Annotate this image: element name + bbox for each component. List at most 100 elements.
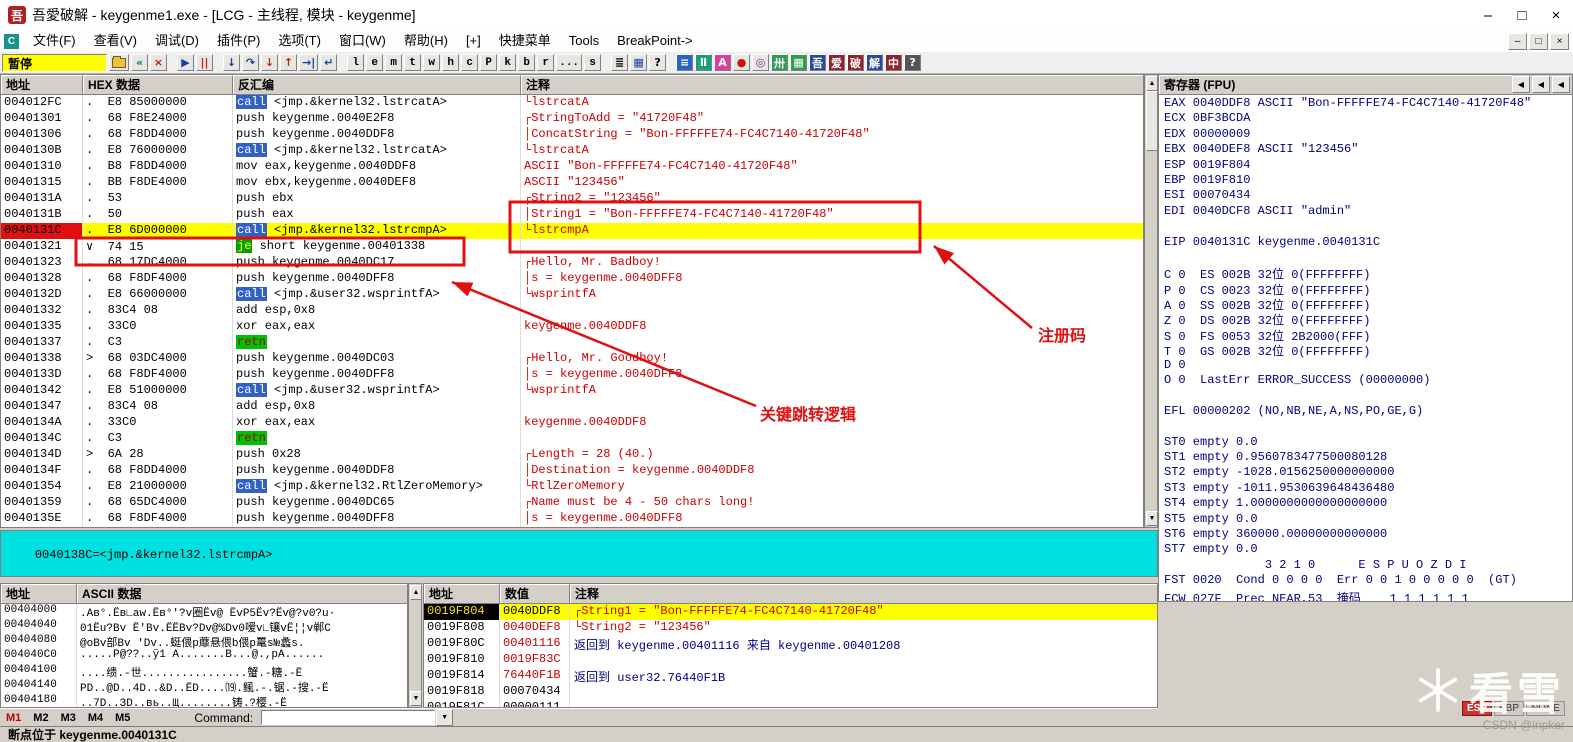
- plugin-button-4[interactable]: ●: [733, 54, 751, 71]
- menu-item[interactable]: 查看(V): [85, 30, 146, 52]
- step-over-icon[interactable]: ↷: [242, 54, 259, 71]
- minimize-button[interactable]: –: [1471, 1, 1505, 29]
- stack-row[interactable]: 0019F804 0040DDF8 ┌String1 = "Bon-FFFFFE74…: [424, 604, 1157, 620]
- plugin-button-9[interactable]: 爱: [828, 54, 846, 71]
- child-restore-button[interactable]: □: [1529, 32, 1548, 50]
- stack-col-address[interactable]: 地址: [424, 584, 500, 603]
- dump-row[interactable]: 00404180 ..7D..ЗD..вь..Щ........铸.?樱.-Ё: [1, 694, 407, 707]
- menu-item[interactable]: Tools: [560, 30, 608, 52]
- disasm-row[interactable]: 004012FC. E8 85000000 call <jmp.&kernel32…: [1, 95, 1143, 111]
- disasm-row[interactable]: 0040131A. 53 push ebx ┌String2 = "123456": [1, 191, 1143, 207]
- dump-row[interactable]: 00404100 ....缋.-世................蟹.-糖.-Ё: [1, 664, 407, 679]
- disasm-row[interactable]: 0040134C. C3 retn: [1, 431, 1143, 447]
- disasm-row[interactable]: 0040134D > 6A 28 push 0x28 ┌Length = 28 (40…: [1, 447, 1143, 463]
- plugin-button-5[interactable]: ◎: [752, 54, 770, 71]
- stack-row[interactable]: 0019F80C 00401116 返回到 keygenme.00401116 来自…: [424, 636, 1157, 652]
- scroll-up-icon[interactable]: ▲: [1146, 76, 1158, 91]
- disasm-row[interactable]: 0040135E. 68 F8DF4000 push keygenme.0040D…: [1, 511, 1143, 527]
- col-hex[interactable]: HEX 数据: [83, 75, 233, 94]
- dump-col-address[interactable]: 地址: [1, 584, 77, 603]
- col-address[interactable]: 地址: [1, 75, 83, 94]
- disasm-row[interactable]: 00401321 ∨ 74 15 je short keygenme.0040133…: [1, 239, 1143, 255]
- stack-row[interactable]: 0019F808 0040DEF8 └String2 = "123456": [424, 620, 1157, 636]
- disasm-row[interactable]: 0040132D. E8 66000000 call <jmp.&user32.w…: [1, 287, 1143, 303]
- dump-tab-m3[interactable]: M3: [55, 712, 82, 724]
- reg-prev-icon-1[interactable]: ◀: [1512, 76, 1530, 93]
- trace-over-icon[interactable]: ↑: [280, 54, 297, 71]
- plugin-button-6[interactable]: 卅: [771, 54, 789, 71]
- dump-tab-m5[interactable]: M5: [109, 712, 136, 724]
- executables-window-button[interactable]: e: [366, 54, 384, 71]
- stack-row[interactable]: 0019F81C 00000111: [424, 700, 1157, 707]
- restart-icon[interactable]: «: [131, 54, 148, 71]
- stack-row[interactable]: 0019F818 00070434: [424, 684, 1157, 700]
- menu-item[interactable]: BreakPoint->: [608, 30, 702, 52]
- disasm-row[interactable]: 00401359. 68 65DC4000 push keygenme.0040D…: [1, 495, 1143, 511]
- maximize-button[interactable]: □: [1505, 1, 1539, 29]
- help-icon[interactable]: ?: [649, 54, 667, 71]
- dump-tab-m4[interactable]: M4: [82, 712, 109, 724]
- disasm-row[interactable]: 00401338 > 68 03DC4000 push keygenme.0040D…: [1, 351, 1143, 367]
- threads-window-button[interactable]: t: [404, 54, 422, 71]
- plugin-button-3[interactable]: A: [714, 54, 732, 71]
- dump-row[interactable]: 00404040 01Ёu?Bv Ё'Bv.ЁЁBv?Dv@%Dv0嗳v∟镶vЁ¦…: [1, 619, 407, 634]
- patches-window-button[interactable]: P: [480, 54, 498, 71]
- disasm-row[interactable]: 0040133D. 68 F8DF4000 push keygenme.0040D…: [1, 367, 1143, 383]
- dump-col-ascii[interactable]: ASCII 数据: [77, 584, 407, 603]
- disasm-row[interactable]: 00401315. BB F8DE4000 mov ebx,keygenme.00…: [1, 175, 1143, 191]
- dump-tab-m2[interactable]: M2: [27, 712, 54, 724]
- step-into-icon[interactable]: ↓: [223, 54, 240, 71]
- disasm-row[interactable]: 00401335. 33C0 xor eax,eax keygenme.0040DD…: [1, 319, 1143, 335]
- disasm-row[interactable]: 00401306. 68 F8DD4000 push keygenme.0040D…: [1, 127, 1143, 143]
- source-window-button[interactable]: s: [584, 54, 602, 71]
- disasm-row[interactable]: 00401337. C3 retn: [1, 335, 1143, 351]
- trace-into-icon[interactable]: ↓: [261, 54, 278, 71]
- goto-address-icon[interactable]: ↵: [320, 54, 338, 71]
- dump-tab-m1[interactable]: M1: [0, 712, 27, 724]
- handles-window-button[interactable]: h: [442, 54, 460, 71]
- disasm-row[interactable]: 00401332. 83C4 08 add esp,0x8: [1, 303, 1143, 319]
- window-list-icon[interactable]: ≣: [611, 54, 629, 71]
- disasm-row[interactable]: 0040131C. E8 6D000000 call <jmp.&kernel32…: [1, 223, 1143, 239]
- disasm-row[interactable]: 00401301. 68 F8E24000 push keygenme.0040E…: [1, 111, 1143, 127]
- stack-col-value[interactable]: 数值: [500, 584, 570, 603]
- scroll-thumb[interactable]: [1146, 91, 1158, 151]
- menu-item[interactable]: 窗口(W): [330, 30, 395, 52]
- disasm-scrollbar[interactable]: ▲ ▼: [1144, 74, 1158, 528]
- menu-item[interactable]: 调试(D): [146, 30, 208, 52]
- dump-row[interactable]: 00404000 .Aв°.Ёв∟aw.Ёв°'?v圈Ёv@ ЁvP5Ёv?Ёv@…: [1, 604, 407, 619]
- stack-row[interactable]: 0019F814 76440F1B 返回到 user32.76440F1B: [424, 668, 1157, 684]
- dump-row[interactable]: 00404140 PD..@D..4D..&D..ЁD....⒆.鲺.-.锯.-搜…: [1, 679, 407, 694]
- menu-item[interactable]: 快捷菜单: [490, 30, 560, 52]
- references-window-button[interactable]: r: [537, 54, 555, 71]
- plugin-button-7[interactable]: ▦: [790, 54, 808, 71]
- reg-prev-icon-3[interactable]: ◀: [1552, 76, 1570, 93]
- windows-window-button[interactable]: w: [423, 54, 441, 71]
- plugin-button-12[interactable]: 中: [885, 54, 903, 71]
- menu-item[interactable]: 选项(T): [269, 30, 330, 52]
- command-input[interactable]: [261, 710, 436, 725]
- breakpoints-window-button[interactable]: b: [518, 54, 536, 71]
- command-dropdown-icon[interactable]: ▼: [436, 709, 454, 726]
- stack-row[interactable]: 0019F810 0019F83C: [424, 652, 1157, 668]
- disasm-row[interactable]: 00401347. 83C4 08 add esp,0x8: [1, 399, 1143, 415]
- log-window-button[interactable]: l: [347, 54, 365, 71]
- plugin-button-13[interactable]: ?: [904, 54, 922, 71]
- scroll-down-icon[interactable]: ▼: [1146, 511, 1158, 526]
- appearance-icon[interactable]: ▦: [630, 54, 648, 71]
- close-button[interactable]: ×: [1539, 1, 1573, 29]
- menu-item[interactable]: 文件(F): [24, 30, 85, 52]
- disasm-row[interactable]: 0040130B. E8 76000000 call <jmp.&kernel32…: [1, 143, 1143, 159]
- child-close-button[interactable]: ×: [1550, 32, 1569, 50]
- dump-row[interactable]: 004040C0 .....P@??..ў1 A.......B...@.,pA.…: [1, 649, 407, 664]
- disasm-row[interactable]: 00401354. E8 21000000 call <jmp.&kernel32…: [1, 479, 1143, 495]
- disasm-row[interactable]: 0040131B. 50 push eax │String1 = "Bon-FFFF…: [1, 207, 1143, 223]
- disasm-row[interactable]: 00401342. E8 51000000 call <jmp.&user32.w…: [1, 383, 1143, 399]
- col-comment[interactable]: 注释: [521, 75, 1143, 94]
- more-windows-button[interactable]: ...: [556, 54, 583, 71]
- memory-window-button[interactable]: m: [385, 54, 403, 71]
- disasm-row[interactable]: 00401328. 68 F8DF4000 push keygenme.0040D…: [1, 271, 1143, 287]
- call-stack-window-button[interactable]: k: [499, 54, 517, 71]
- plugin-button-10[interactable]: 破: [847, 54, 865, 71]
- scroll-up-icon[interactable]: ▲: [410, 585, 422, 600]
